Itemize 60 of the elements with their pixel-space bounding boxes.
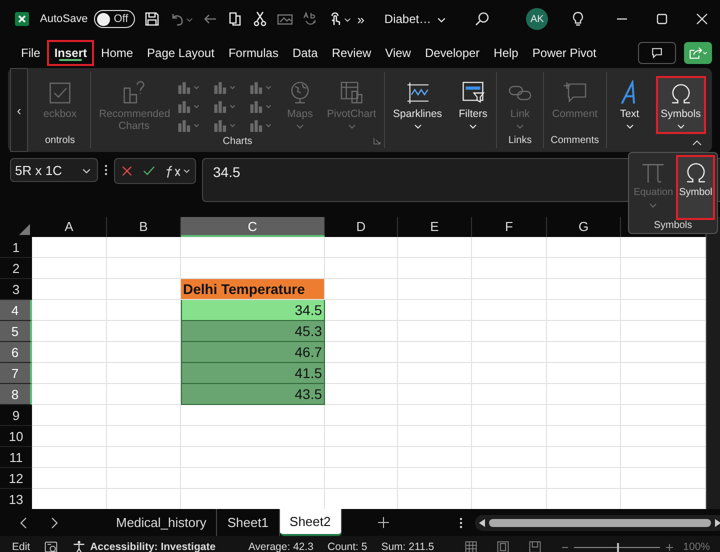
table-cell: 46.7	[181, 342, 325, 363]
name-box[interactable]: 5R x 1C	[10, 158, 98, 182]
menu-tab[interactable]: Developer	[418, 40, 487, 66]
row-header[interactable]: 13	[0, 489, 32, 509]
menu-tab[interactable]: View	[378, 40, 418, 66]
column-header[interactable]: D	[325, 217, 398, 237]
omega-ribbon-button[interactable]: Symbols	[656, 76, 706, 134]
autosave-toggle[interactable]: Off	[94, 10, 136, 28]
column-header[interactable]: F	[472, 217, 547, 237]
column-header[interactable]: G	[547, 217, 621, 237]
ribbon-group-label: ontrols	[44, 135, 75, 148]
row-header[interactable]: 4	[0, 300, 32, 321]
omega-ribbon-button[interactable]: Symbol	[676, 155, 716, 220]
row-header[interactable]: 9	[0, 405, 32, 426]
row-header[interactable]: 2	[0, 258, 32, 279]
table-cell: 34.5	[181, 300, 325, 321]
zoom-percent[interactable]: 100%	[683, 541, 710, 552]
sheet-tab[interactable]: Sheet2	[280, 509, 342, 536]
row-header[interactable]: 5	[0, 321, 32, 342]
overflow-chevrons[interactable]: »	[357, 12, 364, 26]
ribbon-group-label: Links	[508, 135, 532, 148]
average-readout: Average: 42.3	[248, 541, 314, 552]
ribbon-group-label: Comments	[550, 135, 599, 148]
menu-tab[interactable]: Insert	[47, 40, 94, 66]
ribbon-group-label: Charts	[222, 136, 252, 149]
sparklines-ribbon-button[interactable]: Sparklines	[388, 76, 448, 134]
menu-tab[interactable]: File	[14, 40, 48, 66]
table-cell: 45.3	[181, 321, 325, 342]
ribbon-scroll-left-button[interactable]: ‹	[10, 68, 28, 152]
row-header[interactable]: 11	[0, 447, 32, 468]
row-header[interactable]: 12	[0, 468, 32, 489]
filters-ribbon-button[interactable]: Filters	[453, 76, 494, 134]
column-header[interactable]: E	[398, 217, 472, 237]
menu-tab[interactable]: Formulas	[221, 40, 286, 66]
row-header[interactable]: 3	[0, 279, 32, 300]
menu-tab[interactable]: Power Pivot	[525, 40, 604, 66]
autosave-label: AutoSave	[40, 13, 88, 25]
menu-tab[interactable]: Review	[324, 40, 378, 66]
row-header[interactable]: 7	[0, 363, 32, 384]
menu-tab[interactable]: Data	[285, 40, 325, 66]
column-header[interactable]: C	[181, 217, 325, 237]
table-cell: Delhi Temperature	[181, 279, 325, 300]
sum-readout: Sum: 211.5	[381, 541, 434, 552]
row-header[interactable]: 8	[0, 384, 32, 405]
count-readout: Count: 5	[328, 541, 368, 552]
row-header[interactable]: 10	[0, 426, 32, 447]
ribbon-group-label: Symbols	[654, 220, 692, 233]
row-header[interactable]: 6	[0, 342, 32, 363]
file-name-button[interactable]: Diabet…	[384, 12, 446, 26]
menu-tab[interactable]: Page Layout	[140, 40, 222, 66]
text-ribbon-button[interactable]: Text	[610, 76, 650, 134]
mode-indicator: Edit	[12, 541, 30, 552]
menu-tab[interactable]: Home	[94, 40, 140, 66]
menu-tab[interactable]: Help	[486, 40, 526, 66]
user-avatar[interactable]: AK	[526, 8, 548, 30]
accessibility-status[interactable]: Accessibility: Investigate	[90, 541, 216, 552]
table-cell: 43.5	[181, 384, 325, 405]
table-cell: 41.5	[181, 363, 325, 384]
row-header[interactable]: 1	[0, 237, 32, 258]
column-header[interactable]: A	[32, 217, 107, 237]
